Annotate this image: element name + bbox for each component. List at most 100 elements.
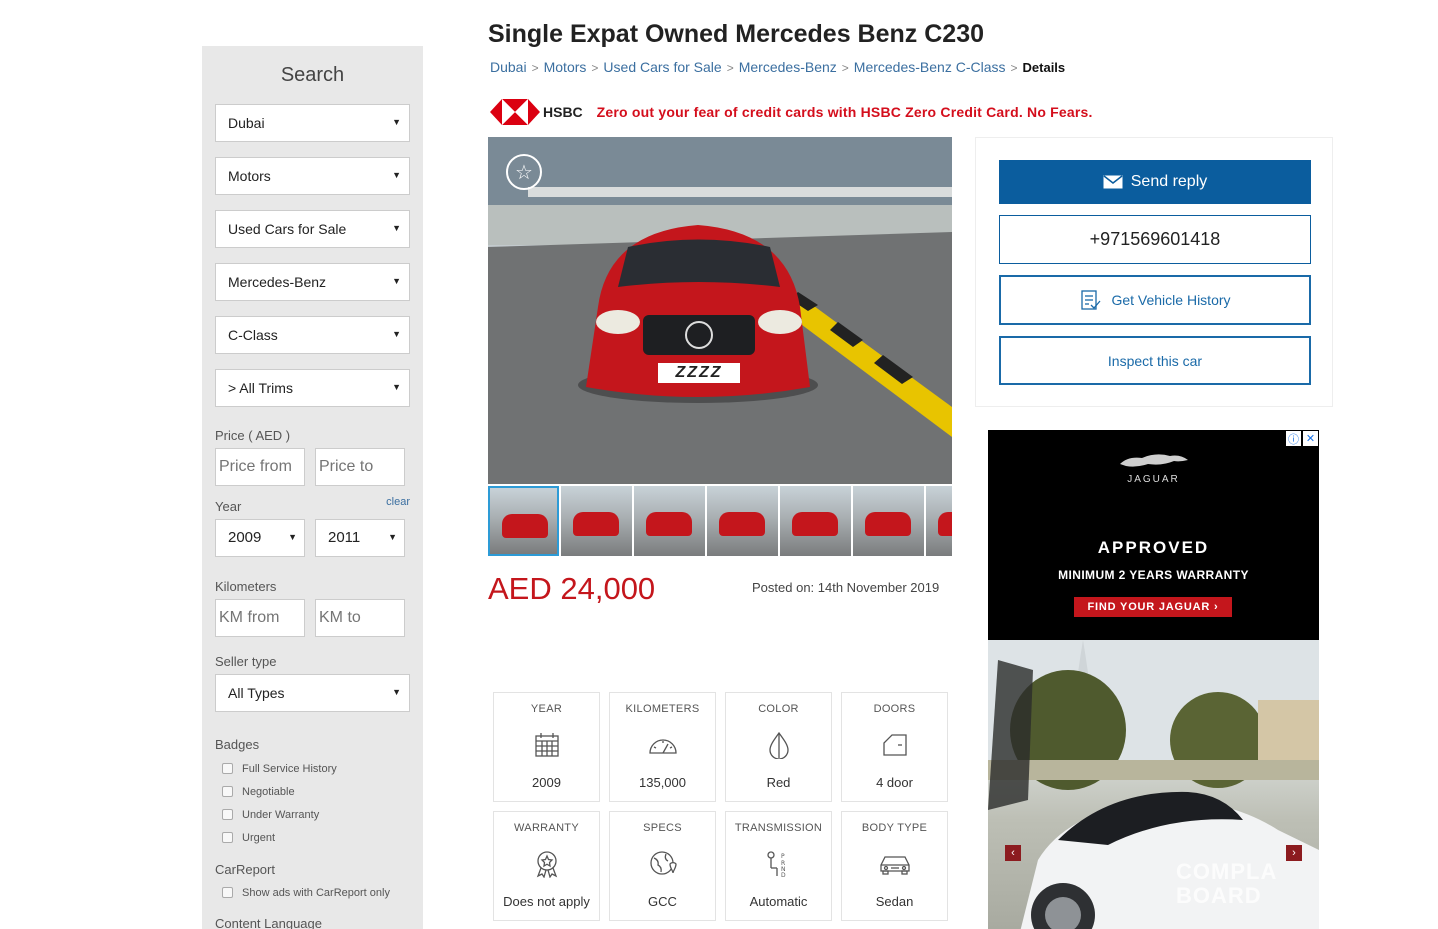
favorite-star-icon[interactable]: ☆ — [506, 154, 542, 190]
chevron-down-icon: ▼ — [288, 532, 297, 542]
make-select[interactable]: Mercedes-Benz ▼ — [215, 263, 410, 301]
photo-thumbnail[interactable] — [488, 486, 559, 556]
trim-select[interactable]: > All Trims ▼ — [215, 369, 410, 407]
subcategory-select-value: Used Cars for Sale — [228, 221, 347, 237]
breadcrumb-separator: > — [591, 61, 599, 75]
trim-select-value: > All Trims — [228, 380, 293, 396]
info-icon[interactable]: ⓘ — [1286, 431, 1301, 446]
year-label: Year clear — [215, 496, 410, 514]
breadcrumb: Dubai > Motors > Used Cars for Sale > Mercedes… — [490, 59, 1065, 75]
spec-value: Red — [766, 775, 791, 790]
send-reply-label: Send reply — [1130, 173, 1208, 190]
photo-thumbnail[interactable] — [853, 486, 924, 556]
breadcrumb-motors[interactable]: Motors — [544, 59, 587, 75]
year-from-select[interactable]: 2009 ▼ — [215, 519, 305, 557]
breadcrumb-c-class[interactable]: Mercedes-Benz C-Class — [854, 59, 1006, 75]
inspect-car-button[interactable]: Inspect this car — [999, 336, 1311, 385]
category-select[interactable]: Motors ▼ — [215, 157, 410, 195]
ad-prev-arrow-icon[interactable]: ‹ — [1005, 845, 1021, 861]
checkbox[interactable] — [222, 786, 233, 797]
find-your-jaguar-button[interactable]: FIND YOUR JAGUAR › — [1074, 597, 1232, 617]
jaguar-leaper-icon — [1120, 454, 1188, 467]
checkbox[interactable] — [222, 809, 233, 820]
seller-type-select[interactable]: All Types ▼ — [215, 674, 410, 712]
badge-label: Urgent — [242, 831, 276, 844]
price-to-input[interactable] — [315, 448, 405, 486]
checkbox[interactable] — [222, 832, 233, 843]
license-plate: ZZZZ — [675, 364, 723, 381]
checkbox[interactable] — [222, 887, 233, 898]
thumbnail-car-image — [719, 512, 765, 536]
checkbox[interactable] — [222, 763, 233, 774]
spec-label: WARRANTY — [514, 822, 579, 834]
thumbnail-car-image — [646, 512, 692, 536]
breadcrumb-mercedes-benz[interactable]: Mercedes-Benz — [739, 59, 837, 75]
breadcrumb-dubai[interactable]: Dubai — [490, 59, 527, 75]
spec-label: BODY TYPE — [861, 822, 928, 834]
hsbc-logo-icon — [490, 97, 540, 127]
close-icon[interactable]: ✕ — [1303, 431, 1318, 446]
thumbnail-car-image — [792, 512, 838, 536]
badges-label: Badges — [215, 737, 260, 752]
location-select[interactable]: Dubai ▼ — [215, 104, 410, 142]
spec-body-type: BODY TYPE Sedan — [841, 811, 948, 921]
watermark: COMPLA BOARD — [1176, 860, 1277, 908]
spec-color: COLOR Red — [725, 692, 832, 802]
spec-warranty: WARRANTY Does not apply — [493, 811, 600, 921]
photo-thumbnail[interactable] — [707, 486, 778, 556]
breadcrumb-separator: > — [726, 61, 734, 75]
spec-value: 2009 — [532, 775, 561, 790]
model-select[interactable]: C-Class ▼ — [215, 316, 410, 354]
spec-doors: DOORS 4 door — [841, 692, 948, 802]
spec-label: TRANSMISSION — [734, 822, 823, 834]
chevron-down-icon: ▼ — [392, 687, 401, 697]
listing-price: AED 24,000 — [488, 571, 656, 606]
thumbnail-car-image — [502, 514, 548, 538]
calendar-icon — [494, 730, 599, 760]
breadcrumb-separator: > — [1010, 61, 1018, 75]
thumbnail-car-image — [938, 512, 952, 536]
photo-thumbnail[interactable] — [926, 486, 952, 556]
door-icon — [842, 730, 947, 760]
photo-thumbnail[interactable] — [561, 486, 632, 556]
badge-urgent[interactable]: Urgent — [215, 826, 410, 849]
year-label-text: Year — [215, 499, 242, 514]
badge-full-service-history[interactable]: Full Service History — [215, 757, 410, 780]
price-from-input[interactable] — [215, 448, 305, 486]
chevron-down-icon: ▼ — [388, 532, 397, 542]
photo-thumbnail[interactable] — [634, 486, 705, 556]
vehicle-history-button[interactable]: Get Vehicle History — [999, 275, 1311, 325]
sedan-icon — [842, 849, 947, 879]
main-car-photo[interactable]: ZZZZ ☆ — [488, 137, 952, 484]
search-sidebar: Search Dubai ▼ Motors ▼ Used Cars for Sale… — [202, 46, 423, 929]
search-title: Search — [280, 64, 345, 86]
chevron-down-icon: ▼ — [392, 382, 401, 392]
svg-text:D: D — [781, 872, 786, 878]
hsbc-ad-text[interactable]: Zero out your fear of credit cards with … — [597, 104, 1093, 120]
carreport-only-option[interactable]: Show ads with CarReport only — [215, 881, 410, 904]
spec-value: 135,000 — [639, 775, 686, 790]
chevron-down-icon: ▼ — [392, 276, 401, 286]
photo-thumbnail[interactable] — [780, 486, 851, 556]
badge-label: Full Service History — [242, 762, 337, 775]
spec-value: Automatic — [749, 894, 808, 909]
year-to-select[interactable]: 2011 ▼ — [315, 519, 405, 557]
globe-pin-icon — [610, 849, 715, 879]
jaguar-ad[interactable]: JAGUAR APPROVED MINIMUM 2 YEARS WARRANTY… — [988, 430, 1319, 929]
year-from-value: 2009 — [228, 529, 262, 546]
subcategory-select[interactable]: Used Cars for Sale ▼ — [215, 210, 410, 248]
send-reply-button[interactable]: Send reply — [999, 160, 1311, 204]
svg-text:P: P — [781, 853, 785, 860]
seller-type-value: All Types — [228, 685, 285, 701]
hsbc-ad-banner[interactable]: HSBC Zero out your fear of credit cards … — [490, 97, 1093, 127]
km-to-input[interactable] — [315, 599, 405, 637]
phone-number-button[interactable]: +971569601418 — [999, 215, 1311, 264]
ad-next-arrow-icon[interactable]: › — [1286, 845, 1302, 861]
badge-negotiable[interactable]: Negotiable — [215, 780, 410, 803]
breadcrumb-used-cars[interactable]: Used Cars for Sale — [603, 59, 721, 75]
badge-under-warranty[interactable]: Under Warranty — [215, 803, 410, 826]
year-clear-link[interactable]: clear — [386, 496, 410, 508]
chevron-down-icon: ▼ — [392, 117, 401, 127]
carreport-option-label: Show ads with CarReport only — [242, 886, 390, 899]
km-from-input[interactable] — [215, 599, 305, 637]
